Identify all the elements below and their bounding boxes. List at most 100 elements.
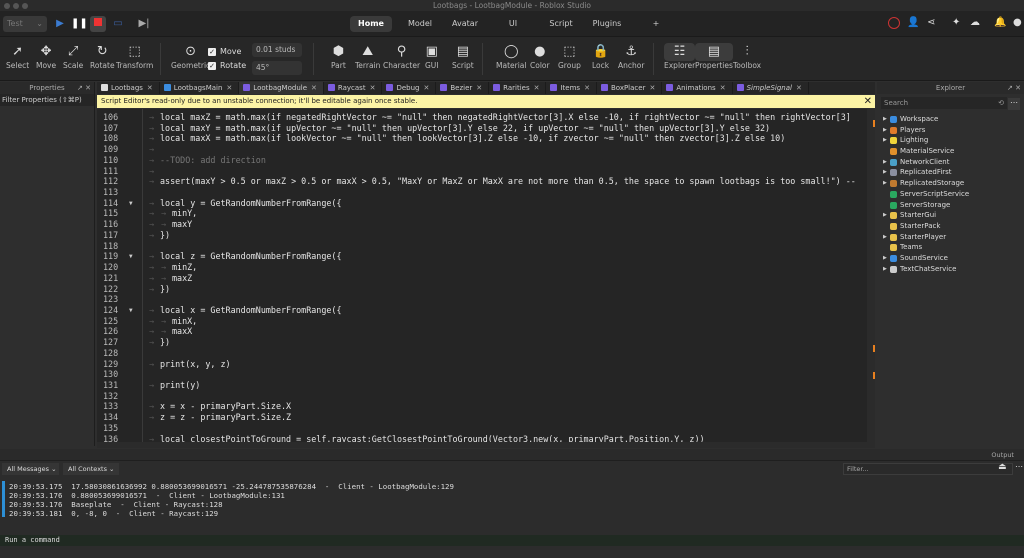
close-tab-icon[interactable]: ✕ — [147, 84, 153, 92]
close-icon[interactable]: ✕ — [864, 95, 872, 108]
messages-filter-select[interactable]: All Messages ⌄ — [2, 463, 59, 475]
explorer-item-replicatedfirst[interactable]: ▶ ReplicatedFirst — [877, 167, 1024, 178]
explorer-item-startergui[interactable]: ▶ StarterGui — [877, 210, 1024, 221]
test-mode-select[interactable]: Test ⌄ — [3, 16, 47, 32]
zoom-window-button[interactable] — [22, 3, 28, 9]
character-button[interactable]: ⚲ Character — [383, 43, 420, 70]
expand-arrow-icon[interactable]: ▶ — [883, 210, 887, 221]
share-icon[interactable]: ⋖ — [927, 17, 935, 28]
nav-tab-model[interactable]: Model — [400, 16, 440, 32]
tab-items[interactable]: Items ✕ — [546, 82, 597, 94]
terrain-button[interactable]: ⛰ Terrain — [355, 43, 380, 70]
geometric-button[interactable]: ⊙ Geometric — [171, 43, 210, 70]
close-tab-icon[interactable]: ✕ — [584, 84, 590, 92]
close-tab-icon[interactable]: ✕ — [720, 84, 726, 92]
explorer-item-players[interactable]: ▶ Players — [877, 125, 1024, 136]
script-button[interactable]: ▤ Script — [452, 43, 474, 70]
expand-arrow-icon[interactable]: ▶ — [883, 114, 887, 125]
toolbox-button[interactable]: ⫶ Toolbox — [733, 43, 761, 70]
fold-toggle-icon[interactable]: ▼ — [129, 305, 133, 316]
explorer-item-workspace[interactable]: ▶ Workspace — [877, 114, 1024, 125]
material-button[interactable]: ◯ Material — [496, 43, 526, 70]
gui-button[interactable]: ▣ GUI — [425, 43, 439, 70]
history-icon[interactable]: ⟲ — [998, 97, 1004, 109]
explorer-item-teams[interactable]: Teams — [877, 242, 1024, 253]
group-button[interactable]: ⬚ Group — [558, 43, 581, 70]
select-button[interactable]: ➚ Select — [6, 43, 29, 70]
expand-arrow-icon[interactable]: ▶ — [883, 232, 887, 243]
rotate-step-input[interactable]: 45° — [252, 61, 302, 75]
explorer-item-soundservice[interactable]: ▶ SoundService — [877, 253, 1024, 264]
contexts-filter-select[interactable]: All Contexts ⌄ — [63, 463, 119, 475]
explorer-item-serverscriptservice[interactable]: ServerScriptService — [877, 189, 1024, 200]
lock-button[interactable]: 🔒 Lock — [592, 43, 609, 70]
script-editor[interactable]: 106 → local maxZ = math.max(if negatedRigh… — [97, 109, 867, 442]
explorer-item-lighting[interactable]: ▶ Lighting — [877, 135, 1024, 146]
move-snap-checkbox[interactable]: ✓ Move — [208, 47, 241, 56]
filter-properties-input[interactable]: Filter Properties (⇧⌘P) — [0, 94, 94, 106]
more-icon[interactable]: ⋯ — [1008, 98, 1020, 110]
move-step-input[interactable]: 0.01 studs — [252, 43, 302, 57]
transform-button[interactable]: ⬚ Transform — [116, 43, 153, 70]
expand-arrow-icon[interactable]: ▶ — [883, 157, 887, 168]
explorer-item-replicatedstorage[interactable]: ▶ ReplicatedStorage — [877, 178, 1024, 189]
explorer-item-materialservice[interactable]: MaterialService — [877, 146, 1024, 157]
nav-tab-plugins[interactable]: Plugins — [585, 16, 629, 32]
output-filter-input[interactable]: Filter... — [843, 463, 1013, 475]
close-window-button[interactable] — [4, 3, 10, 9]
nav-tab-home[interactable]: Home — [350, 16, 392, 32]
close-tab-icon[interactable]: ✕ — [423, 84, 429, 92]
minimize-window-button[interactable] — [13, 3, 19, 9]
tab-animations[interactable]: Animations ✕ — [662, 82, 733, 94]
nav-tab-avatar[interactable]: Avatar — [443, 16, 487, 32]
horizontal-scrollbar[interactable] — [97, 442, 875, 448]
explorer-item-starterplayer[interactable]: ▶ StarterPlayer — [877, 232, 1024, 243]
explorer-item-networkclient[interactable]: ▶ NetworkClient — [877, 157, 1024, 168]
profile-icon[interactable]: ● — [1013, 17, 1022, 28]
tab-debug[interactable]: Debug ✕ — [382, 82, 437, 94]
pause-icon[interactable]: ❚❚ — [71, 16, 88, 32]
expand-arrow-icon[interactable]: ▶ — [883, 135, 887, 146]
fold-toggle-icon[interactable]: ▼ — [129, 198, 133, 209]
tab-lootbags[interactable]: Lootbags ✕ — [97, 82, 160, 94]
cloud-icon[interactable]: ☁ — [970, 17, 980, 28]
tab-lootbagmodule[interactable]: LootbagModule ✕ — [239, 82, 324, 94]
tab-simplesignal[interactable]: SimpleSignal ✕ — [733, 82, 809, 94]
tab-raycast[interactable]: Raycast ✕ — [324, 82, 383, 94]
bell-icon[interactable]: 🔔 — [994, 17, 1006, 28]
tab-bezier[interactable]: Bezier ✕ — [436, 82, 490, 94]
stop-button[interactable] — [90, 16, 106, 32]
add-user-icon[interactable]: 👤 — [907, 17, 919, 28]
close-tab-icon[interactable]: ✕ — [226, 84, 232, 92]
part-button[interactable]: ⬢ Part — [331, 43, 346, 70]
close-tab-icon[interactable]: ✕ — [534, 84, 540, 92]
explorer-button[interactable]: ☷ Explorer — [664, 43, 696, 70]
close-tab-icon[interactable]: ✕ — [649, 84, 655, 92]
close-tab-icon[interactable]: ✕ — [796, 84, 802, 92]
properties-button[interactable]: ▤ Properties — [695, 43, 733, 70]
command-bar-input[interactable]: Run a command — [0, 535, 1024, 546]
close-tab-icon[interactable]: ✕ — [311, 84, 317, 92]
expand-arrow-icon[interactable]: ▶ — [883, 178, 887, 189]
tab-rarities[interactable]: Rarities ✕ — [489, 82, 547, 94]
step-icon[interactable]: ▶| — [136, 16, 152, 32]
fold-toggle-icon[interactable]: ▼ — [129, 251, 133, 262]
more-icon[interactable]: ⋯ — [1015, 462, 1023, 471]
play-icon[interactable]: ▶ — [52, 16, 68, 32]
explorer-item-serverstorage[interactable]: ServerStorage — [877, 200, 1024, 211]
explorer-item-textchatservice[interactable]: ▶ TextChatService — [877, 264, 1024, 275]
vertical-scrollbar[interactable] — [867, 109, 875, 442]
client-server-icon[interactable]: ▭ — [110, 16, 126, 32]
clear-output-icon[interactable]: ⏏ — [998, 462, 1007, 472]
avatar-icon[interactable] — [888, 17, 900, 29]
close-tab-icon[interactable]: ✕ — [370, 84, 376, 92]
nav-tab-add[interactable]: + — [651, 16, 661, 32]
explorer-search-input[interactable]: Search ⟲ — [881, 97, 1007, 109]
nav-tab-script[interactable]: Script — [540, 16, 582, 32]
close-icon[interactable]: ↗ ✕ — [1007, 82, 1021, 94]
expand-arrow-icon[interactable]: ▶ — [883, 264, 887, 275]
expand-arrow-icon[interactable]: ▶ — [883, 167, 887, 178]
rotate-snap-checkbox[interactable]: ✓ Rotate — [208, 61, 246, 70]
tab-boxplacer[interactable]: BoxPlacer ✕ — [597, 82, 663, 94]
anchor-button[interactable]: ⚓ Anchor — [618, 43, 644, 70]
